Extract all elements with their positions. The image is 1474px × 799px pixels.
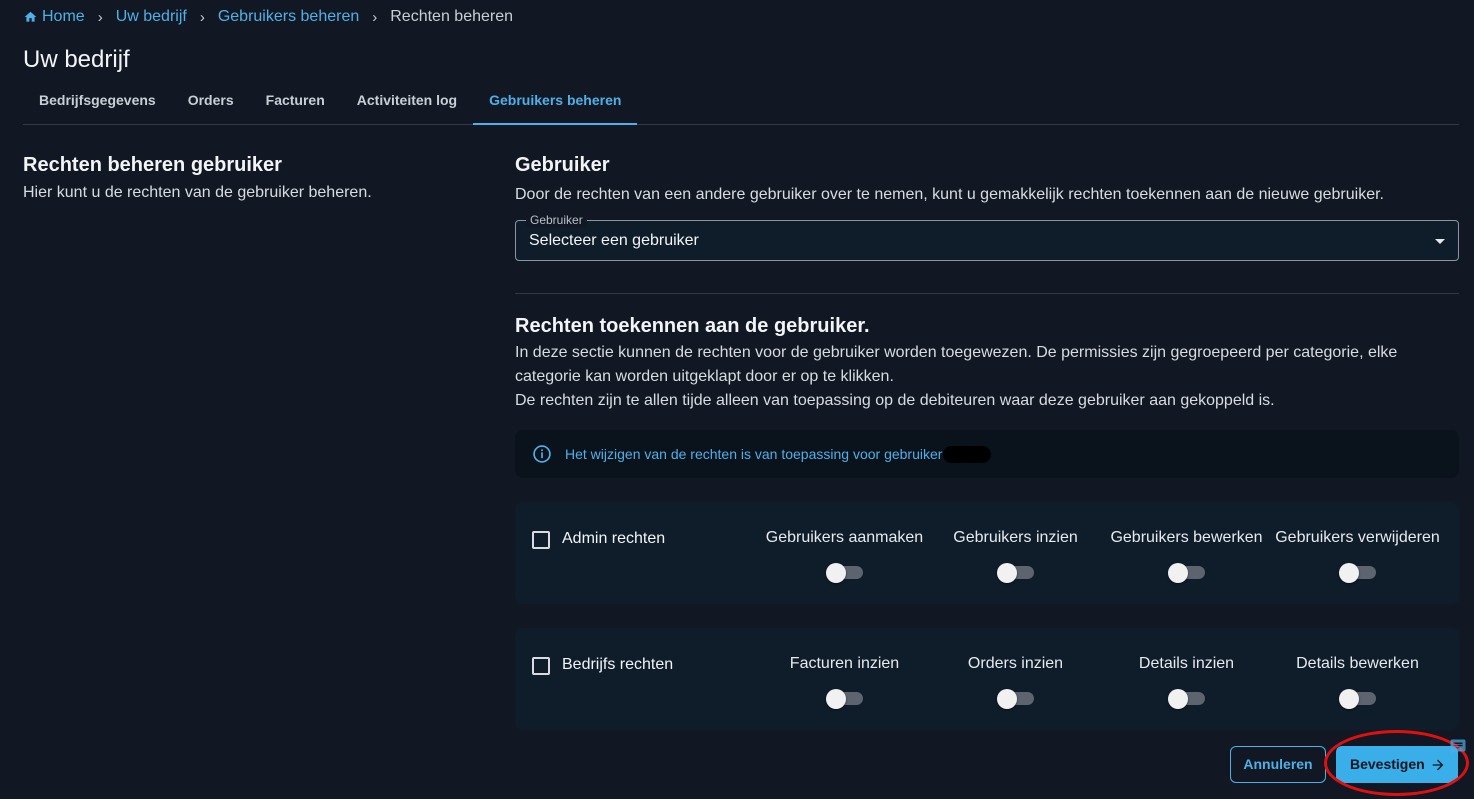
toggle-facturen-inzien[interactable] bbox=[826, 687, 863, 709]
permission-details-inzien: Details inzien bbox=[1101, 655, 1272, 709]
user-section: Gebruiker Door de rechten van een andere… bbox=[515, 154, 1459, 207]
permission-details-bewerken: Details bewerken bbox=[1272, 655, 1443, 709]
chevron-right-icon: › bbox=[97, 8, 103, 26]
permission-gebruikers-aanmaken: Gebruikers aanmaken bbox=[759, 529, 930, 583]
user-select[interactable]: Gebruiker Selecteer een gebruiker bbox=[515, 213, 1459, 261]
permission-card-bedrijf[interactable]: Bedrijfs rechten Facturen inzien Orders … bbox=[515, 628, 1459, 730]
permission-orders-inzien: Orders inzien bbox=[930, 655, 1101, 709]
breadcrumb-gebruikers-beheren[interactable]: Gebruikers beheren bbox=[218, 8, 359, 26]
breadcrumb-uw-bedrijf[interactable]: Uw bedrijf bbox=[116, 8, 187, 26]
user-section-description: Door de rechten van een andere gebruiker… bbox=[515, 186, 1384, 203]
breadcrumb-home[interactable]: Home bbox=[23, 8, 85, 26]
user-select-value: Selecteer een gebruiker bbox=[529, 232, 699, 249]
admin-rights-checkbox[interactable] bbox=[532, 531, 550, 549]
permission-label: Gebruikers bewerken bbox=[1110, 529, 1263, 546]
section-divider bbox=[515, 293, 1459, 294]
company-rights-checkbox[interactable] bbox=[532, 657, 550, 675]
permission-gebruikers-inzien: Gebruikers inzien bbox=[930, 529, 1101, 583]
tab-activiteiten-log[interactable]: Activiteiten log bbox=[341, 80, 473, 124]
cancel-button[interactable]: Annuleren bbox=[1230, 746, 1326, 783]
permission-card-admin[interactable]: Admin rechten Gebruikers aanmaken Gebrui… bbox=[515, 502, 1459, 604]
tab-gebruikers-beheren[interactable]: Gebruikers beheren bbox=[473, 80, 638, 125]
breadcrumb-home-label: Home bbox=[42, 8, 85, 25]
permission-label: Facturen inzien bbox=[789, 655, 900, 672]
tab-orders[interactable]: Orders bbox=[172, 80, 250, 124]
rights-section-title: Rechten toekennen aan de gebruiker. bbox=[515, 315, 870, 337]
toggle-gebruikers-bewerken[interactable] bbox=[1168, 561, 1205, 583]
permission-label: Orders inzien bbox=[967, 655, 1064, 672]
tab-bedrijfsgegevens[interactable]: Bedrijfsgegevens bbox=[23, 80, 172, 124]
left-section-description: Hier kunt u de rechten van de gebruiker … bbox=[23, 184, 372, 201]
rights-section: Rechten toekennen aan de gebruiker. In d… bbox=[515, 315, 1459, 413]
breadcrumb: Home › Uw bedrijf › Gebruikers beheren ›… bbox=[23, 6, 513, 28]
page-title: Uw bedrijf bbox=[23, 46, 130, 73]
toggle-details-bewerken[interactable] bbox=[1339, 687, 1376, 709]
tab-facturen[interactable]: Facturen bbox=[250, 80, 341, 124]
permission-gebruikers-verwijderen: Gebruikers verwijderen bbox=[1272, 529, 1443, 583]
rights-section-note: De rechten zijn te allen tijde alleen va… bbox=[515, 392, 1275, 409]
tab-bar: Bedrijfsgegevens Orders Facturen Activit… bbox=[23, 80, 1459, 125]
permission-facturen-inzien: Facturen inzien bbox=[759, 655, 930, 709]
permission-label: Gebruikers aanmaken bbox=[765, 529, 924, 546]
permission-label: Gebruikers verwijderen bbox=[1275, 529, 1440, 546]
highlight-annotation bbox=[1324, 730, 1469, 796]
user-section-title: Gebruiker bbox=[515, 154, 610, 176]
permission-label: Gebruikers inzien bbox=[953, 529, 1078, 546]
user-select-label: Gebruiker bbox=[526, 213, 587, 227]
toggle-details-inzien[interactable] bbox=[1168, 687, 1205, 709]
rights-section-description: In deze sectie kunnen de rechten voor de… bbox=[515, 344, 1398, 385]
info-icon bbox=[533, 445, 551, 463]
info-alert-text: Het wijzigen van de rechten is van toepa… bbox=[565, 446, 943, 462]
toggle-gebruikers-aanmaken[interactable] bbox=[826, 561, 863, 583]
chevron-right-icon: › bbox=[372, 8, 378, 26]
left-section-title: Rechten beheren gebruiker bbox=[23, 154, 282, 176]
company-rights-label: Bedrijfs rechten bbox=[562, 656, 674, 673]
chat-icon[interactable] bbox=[1449, 738, 1467, 756]
breadcrumb-current: Rechten beheren bbox=[390, 8, 514, 25]
toggle-orders-inzien[interactable] bbox=[997, 687, 1034, 709]
permission-label: Details bewerken bbox=[1296, 655, 1419, 672]
redacted-username bbox=[943, 445, 992, 463]
toggle-gebruikers-inzien[interactable] bbox=[997, 561, 1034, 583]
info-alert: Het wijzigen van de rechten is van toepa… bbox=[515, 430, 1459, 478]
permission-gebruikers-bewerken: Gebruikers bewerken bbox=[1101, 529, 1272, 583]
home-icon bbox=[24, 11, 37, 22]
toggle-gebruikers-verwijderen[interactable] bbox=[1339, 561, 1376, 583]
admin-rights-label: Admin rechten bbox=[562, 530, 666, 547]
chevron-right-icon: › bbox=[199, 8, 205, 26]
caret-down-icon bbox=[1435, 239, 1445, 244]
permission-label: Details inzien bbox=[1138, 655, 1235, 672]
